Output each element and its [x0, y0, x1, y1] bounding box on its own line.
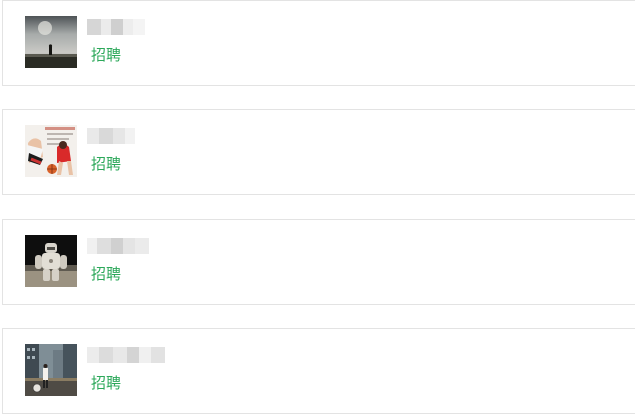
landscape-photo-icon	[25, 16, 77, 68]
contact-avatar[interactable]	[25, 16, 77, 68]
contact-avatar[interactable]	[25, 235, 77, 287]
contact-card[interactable]: 招聘	[2, 109, 635, 195]
contact-name-redacted	[87, 19, 145, 35]
contact-name-redacted	[87, 128, 135, 144]
recruitment-tag[interactable]: 招聘	[91, 374, 121, 392]
recruitment-tag[interactable]: 招聘	[91, 265, 121, 283]
anime-basketball-photo-icon	[25, 125, 77, 177]
recruitment-tag[interactable]: 招聘	[91, 155, 121, 173]
contact-avatar[interactable]	[25, 125, 77, 177]
contact-avatar[interactable]	[25, 344, 77, 396]
city-street-photo-icon	[25, 344, 77, 396]
contact-card[interactable]: 招聘	[2, 0, 635, 86]
contact-name-redacted	[87, 347, 165, 363]
recruitment-tag[interactable]: 招聘	[91, 46, 121, 64]
contact-card[interactable]: 招聘	[2, 328, 635, 414]
robot-figure-photo-icon	[25, 235, 77, 287]
contact-card[interactable]: 招聘	[2, 219, 635, 305]
contact-name-redacted	[87, 238, 149, 254]
